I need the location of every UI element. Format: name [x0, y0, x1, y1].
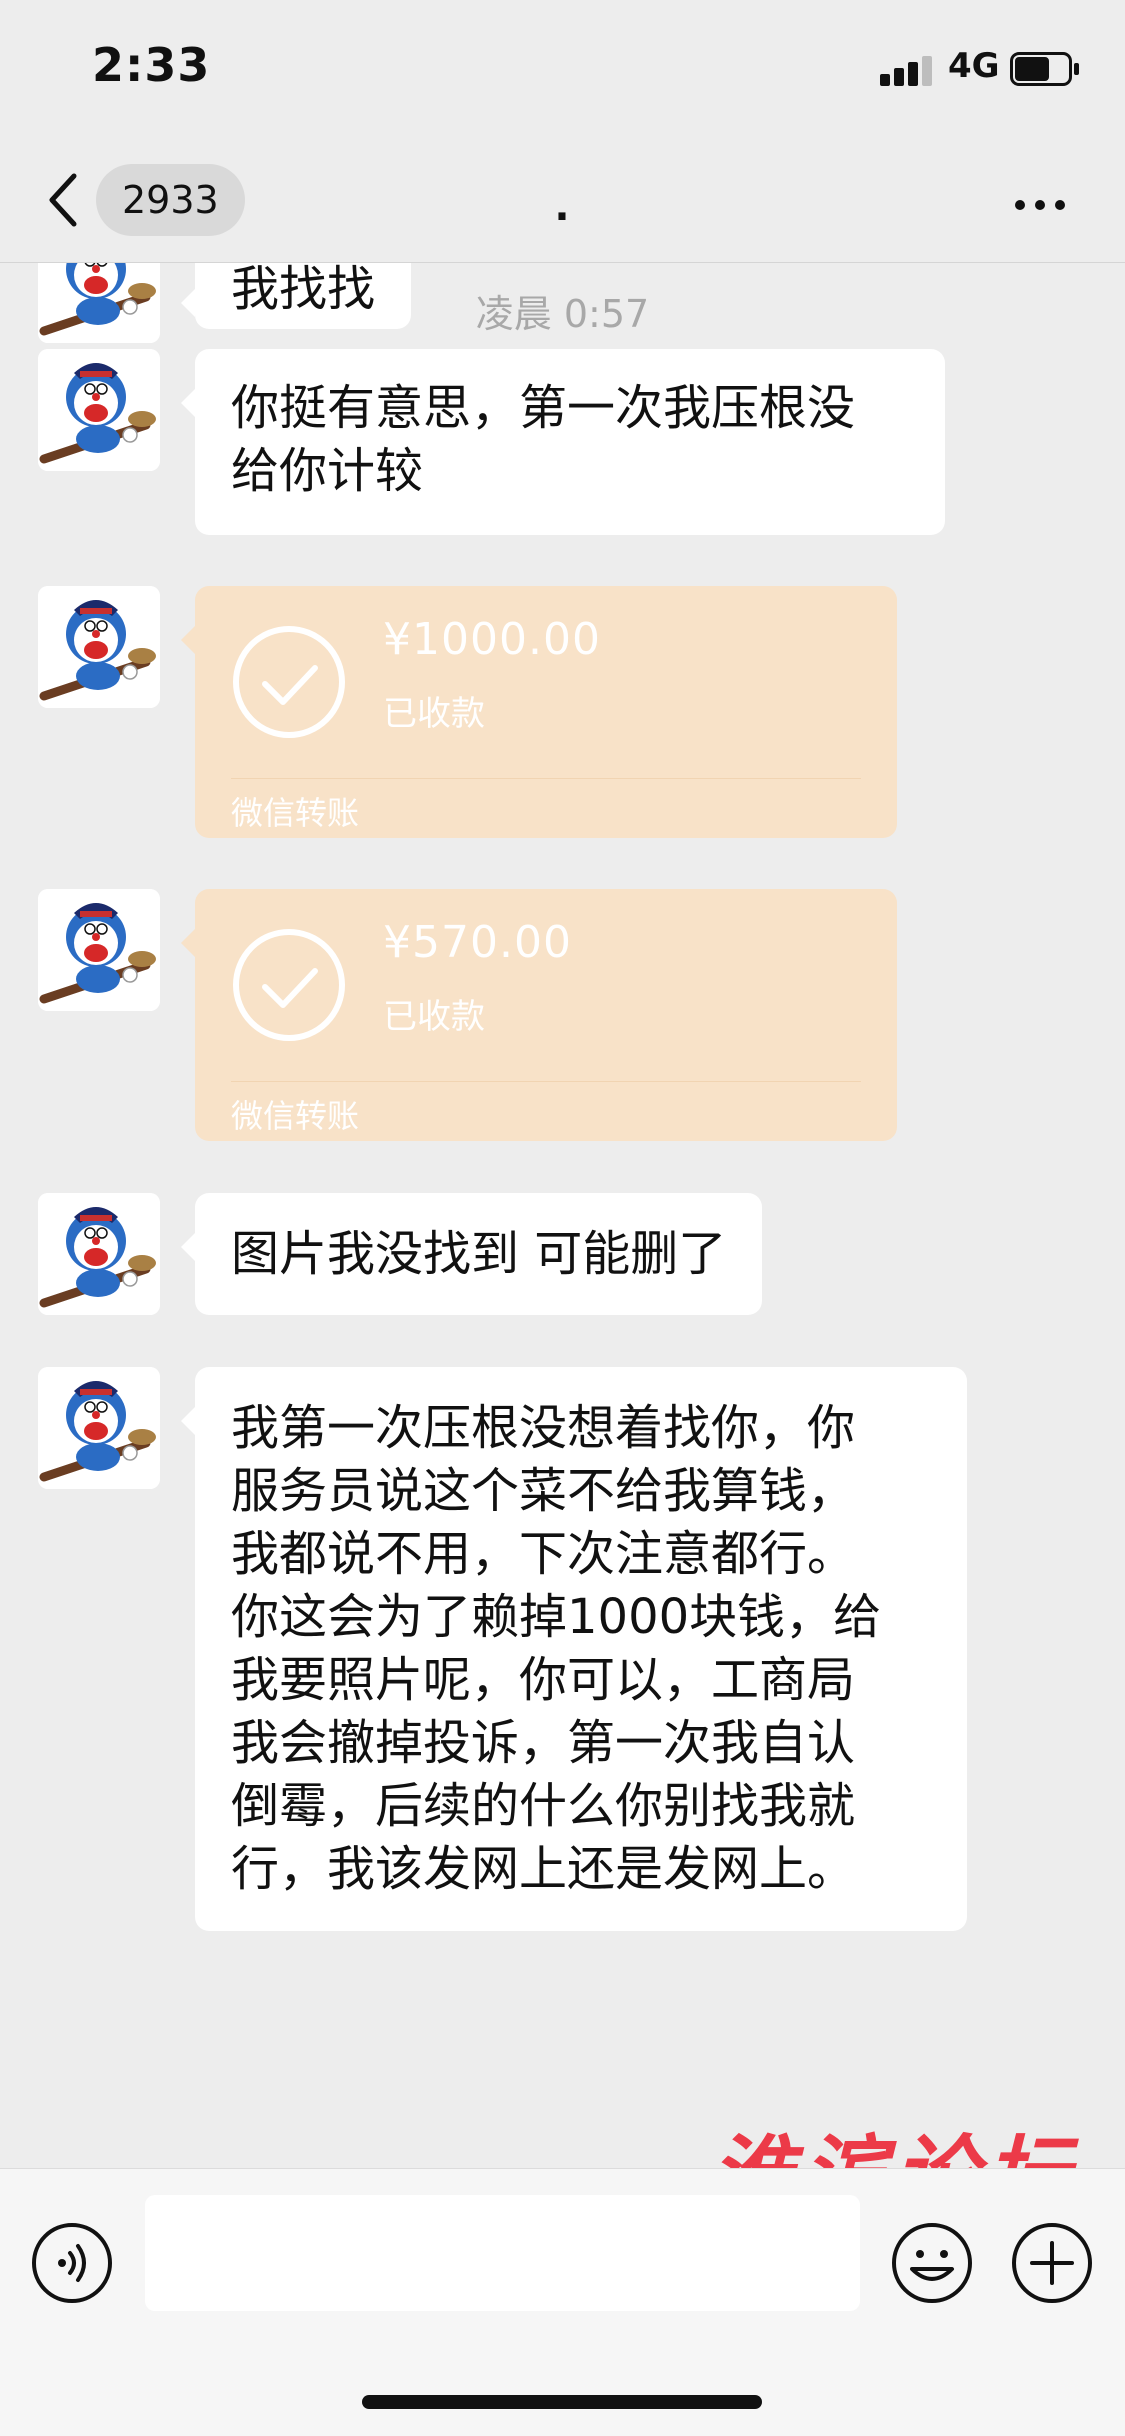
- cartoon-avatar-icon: [38, 889, 160, 1011]
- back-icon: [49, 173, 77, 227]
- transfer-source: 微信转账: [231, 794, 360, 832]
- network-type: 4G: [948, 46, 1000, 86]
- transfer-divider: [231, 778, 861, 779]
- transfer-amount: ¥570.00: [383, 917, 572, 968]
- emoji-icon: [892, 2223, 972, 2303]
- message-text-line: 倒霉，后续的什么你别找我就: [231, 1778, 856, 1834]
- unread-count-badge[interactable]: 2933: [96, 164, 245, 236]
- transfer-status: 已收款: [383, 997, 485, 1037]
- message-bubble[interactable]: 图片我没找到 可能删了: [180, 1193, 763, 1315]
- chat-title: .: [554, 184, 570, 230]
- message-bubble[interactable]: 你挺有意思，第一次我压根没 给你计较: [181, 349, 945, 535]
- battery-icon: [1010, 52, 1080, 86]
- cartoon-avatar-icon: [38, 586, 160, 708]
- message-text-line: 你挺有意思，第一次我压根没: [231, 380, 856, 436]
- check-icon: [233, 929, 345, 1041]
- message-text-line: 我要照片呢，你可以，工商局: [231, 1652, 856, 1708]
- transfer-card[interactable]: ¥570.00 已收款 微信转账: [181, 889, 897, 1141]
- cartoon-avatar-icon: [38, 1193, 160, 1315]
- signal-icon: [880, 52, 936, 86]
- transfer-divider: [231, 1081, 861, 1082]
- message-text-line: 我会撤掉投诉，第一次我自认: [231, 1715, 856, 1771]
- cartoon-avatar-icon: [38, 349, 160, 471]
- voice-icon: [32, 2223, 112, 2303]
- message-bubble[interactable]: 我第一次压根没想着找你，你 服务员说这个菜不给我算钱， 我都说不用，下次注意都行…: [181, 1367, 967, 1931]
- message-text-line: 服务员说这个菜不给我算钱，: [231, 1463, 856, 1519]
- more-button[interactable]: [1005, 190, 1075, 220]
- status-time: 2:33: [92, 38, 211, 92]
- nav-bar: 2933 .: [0, 140, 1125, 262]
- check-icon: [233, 626, 345, 738]
- emoji-button[interactable]: [890, 2221, 974, 2305]
- message-text-line: 你这会为了赖掉1000块钱，给: [231, 1589, 882, 1645]
- status-bar: 2:33 4G: [0, 0, 1125, 140]
- home-indicator[interactable]: [362, 2395, 762, 2409]
- time-separator: 凌晨 0:57: [475, 292, 650, 336]
- chat-screen: 2:33 4G 2933 . 我找找 凌晨 0:57 你挺有意思，第一次我压根没…: [0, 0, 1125, 2436]
- message-text-line: 给你计较: [231, 443, 424, 499]
- message-text: 图片我没找到 可能删了: [231, 1226, 727, 1282]
- contact-avatar[interactable]: [38, 349, 160, 471]
- transfer-amount: ¥1000.00: [383, 614, 601, 665]
- message-list[interactable]: 我找找 凌晨 0:57 你挺有意思，第一次我压根没 给你计较 ¥1000.00 …: [0, 263, 1125, 2163]
- cartoon-avatar-icon: [38, 1367, 160, 1489]
- more-functions-button[interactable]: [1010, 2221, 1094, 2305]
- message-text-line: 我都说不用，下次注意都行。: [231, 1526, 856, 1582]
- plus-icon: [1012, 2223, 1092, 2303]
- contact-avatar[interactable]: [38, 586, 160, 708]
- message-text-line: 我第一次压根没想着找你，你: [231, 1400, 856, 1456]
- transfer-source: 微信转账: [231, 1097, 360, 1135]
- back-button[interactable]: [40, 170, 90, 230]
- message-input[interactable]: [145, 2195, 860, 2311]
- contact-avatar[interactable]: [38, 1193, 160, 1315]
- message-text-line: 行，我该发网上还是发网上。: [231, 1841, 856, 1897]
- contact-avatar[interactable]: [38, 889, 160, 1011]
- transfer-status: 已收款: [383, 694, 485, 734]
- transfer-card[interactable]: ¥1000.00 已收款 微信转账: [181, 586, 897, 838]
- contact-avatar[interactable]: [38, 1367, 160, 1489]
- voice-button[interactable]: [30, 2221, 114, 2305]
